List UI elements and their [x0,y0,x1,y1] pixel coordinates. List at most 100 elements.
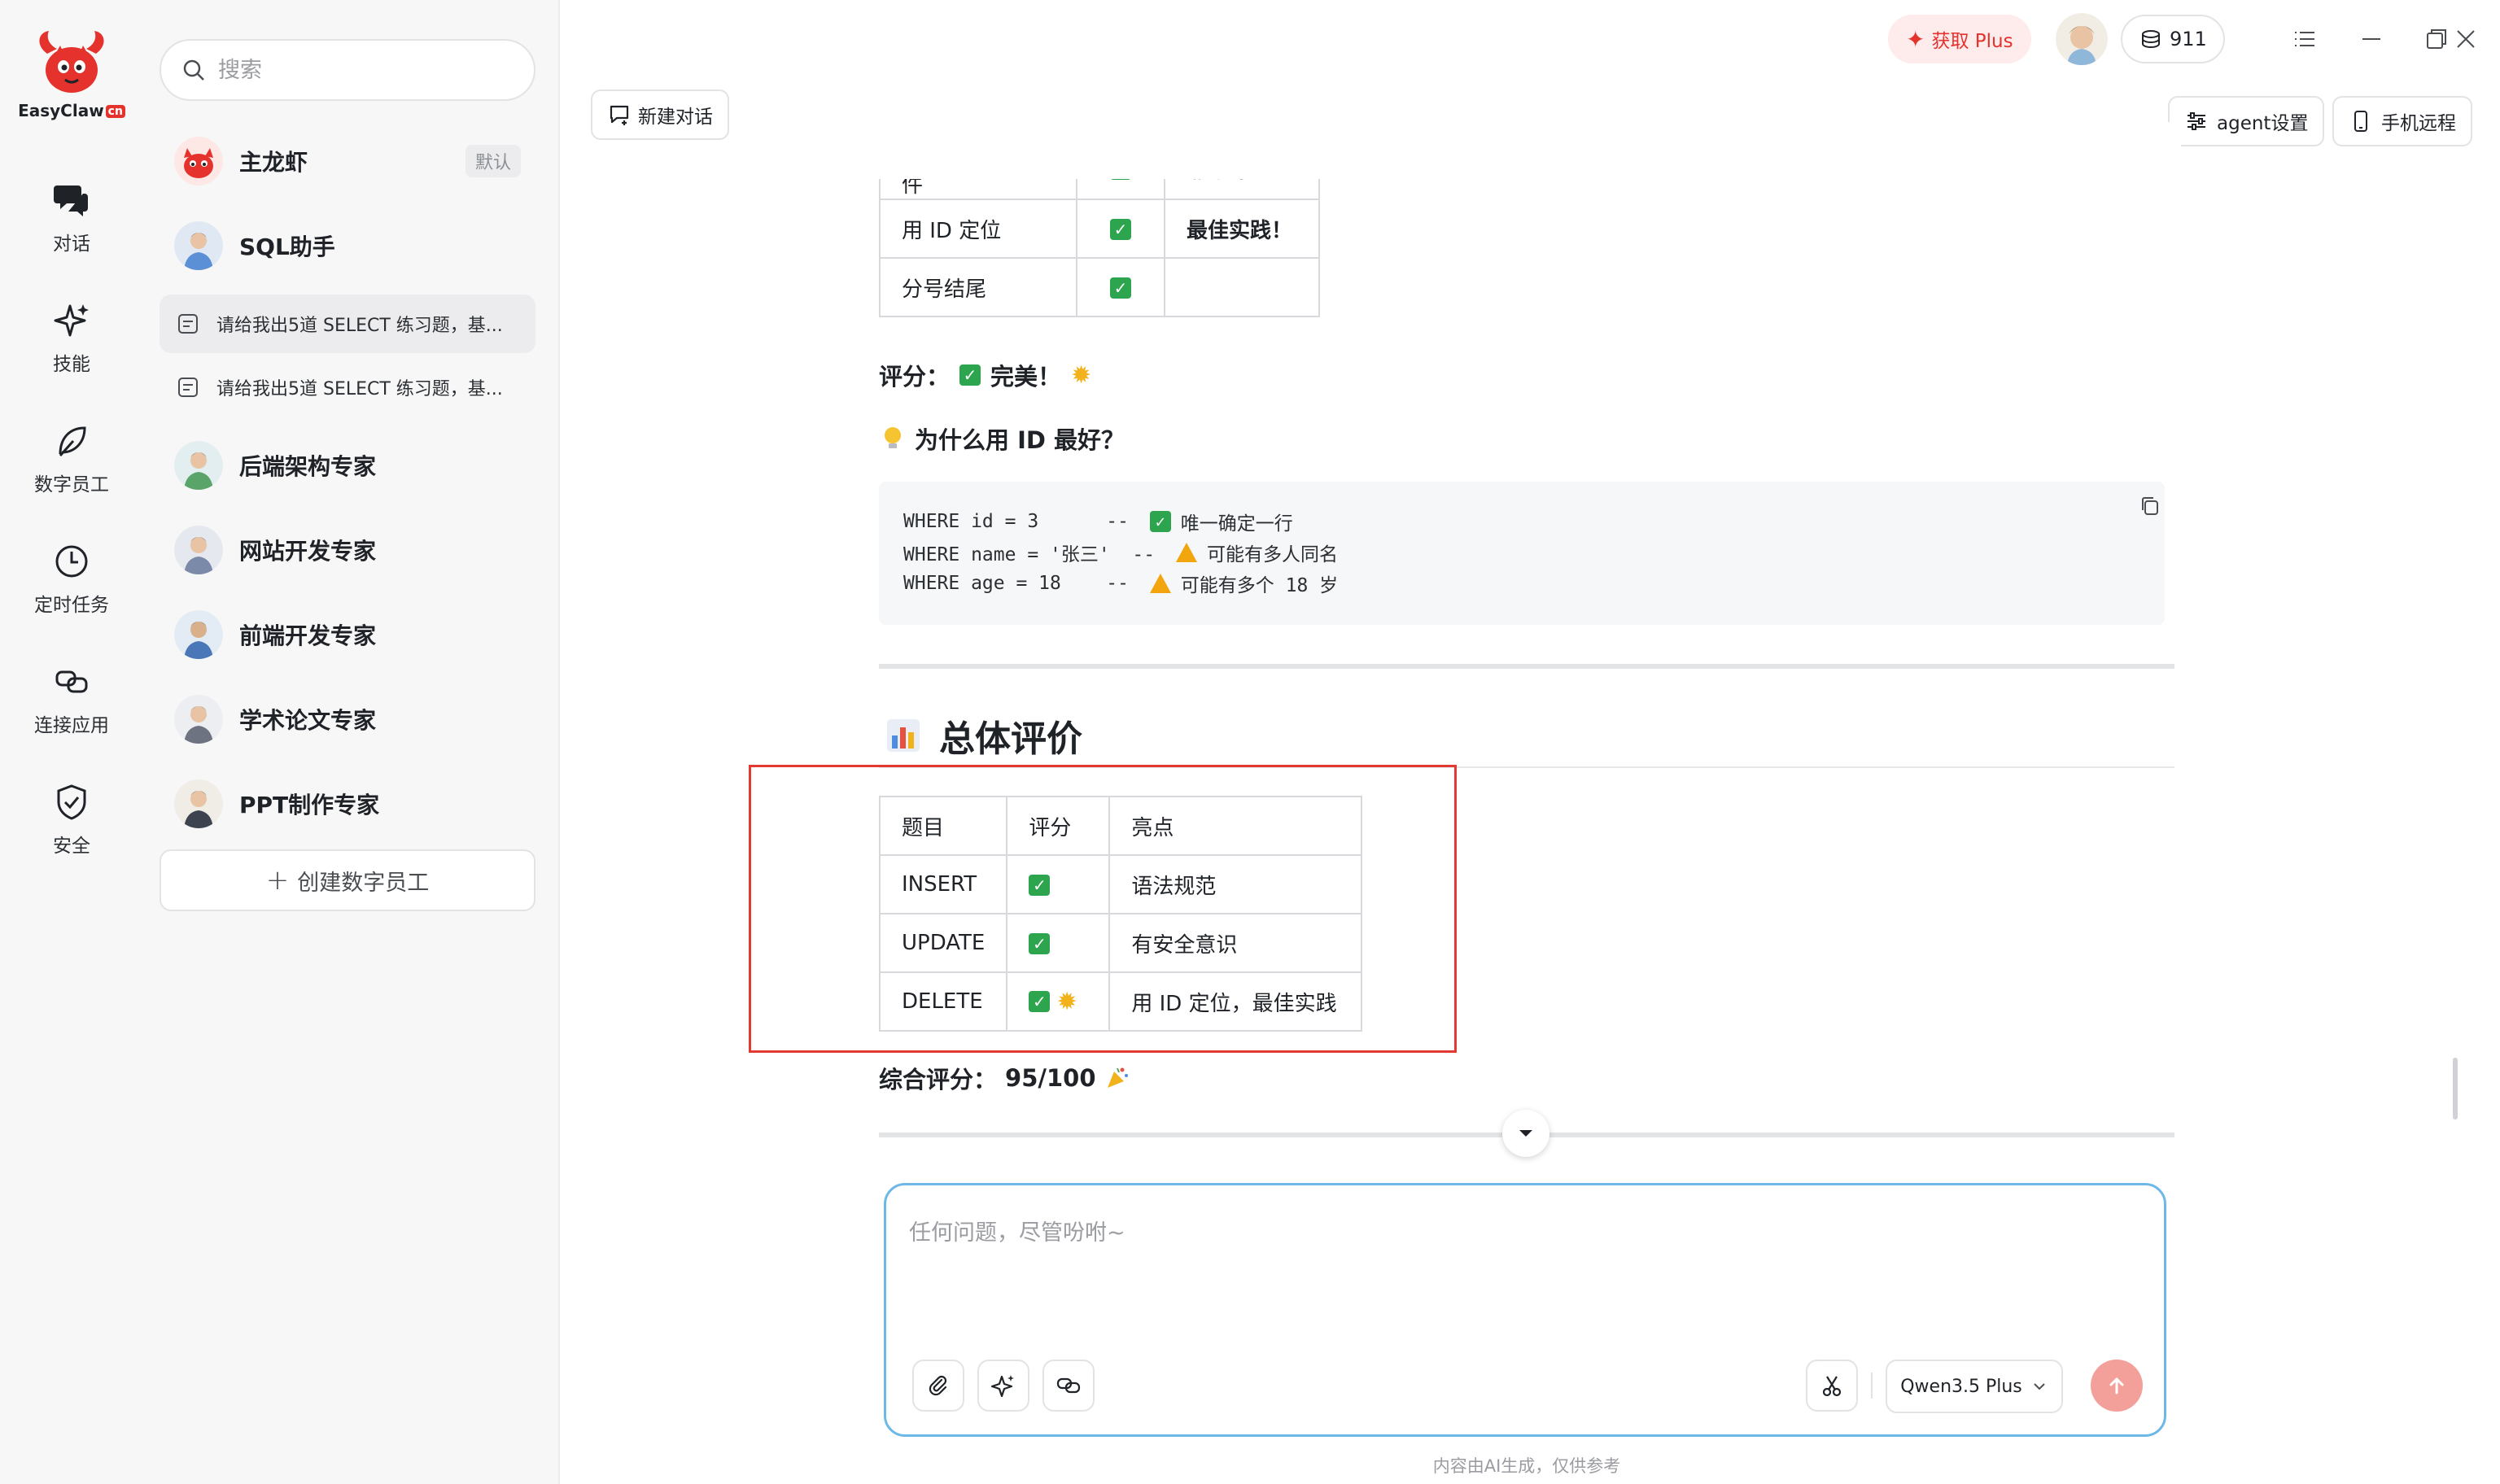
scrollbar-thumb[interactable] [2453,1058,2458,1120]
table-cell: DELETE [878,971,1008,1032]
rail-chat[interactable]: 对话 [0,169,143,267]
code-line: WHERE id = 3 -- ✓ 唯一确定一行 [903,506,2140,537]
check-icon: ✓ [1149,511,1171,532]
model-select[interactable]: Qwen3.5 Plus [1886,1360,2063,1413]
sliders-icon [2188,112,2205,130]
default-badge: 默认 [465,145,521,177]
table-cell: 有安全意识 [1108,913,1363,973]
agent-name: 主龙虾 [239,149,308,176]
agent-item-ppt-expert[interactable]: PPT制作专家 [160,770,535,838]
table-cell: INSERT [878,854,1008,914]
table-cell: ✓ [1076,257,1165,317]
avatar [174,779,223,828]
close-button[interactable] [2445,18,2487,60]
new-chat-icon [610,105,629,125]
document-icon [178,378,198,397]
table-header: 题目 [878,796,1008,856]
score-value: 完美！ [990,363,1062,391]
list-menu-button[interactable] [2284,18,2326,60]
rail-connect-apps[interactable]: 连接应用 [0,651,143,749]
document-icon [178,314,198,334]
nav-rail: EasyClaw cn 对话 技能 数字员工 定时任务 连接应用 安全 [0,0,143,1484]
lobster-logo-icon [39,31,104,93]
overall-heading: 总体评价 [885,709,1082,762]
check-icon: ✓ [959,364,981,386]
agent-name: 学术论文专家 [239,707,377,734]
search-input[interactable] [218,57,511,83]
conversation-title: 请给我出5道 SELECT 练习题，基... [216,379,503,399]
agent-item-web-developer[interactable]: 网站开发专家 [160,516,535,584]
arrow-up-icon [2109,1377,2124,1395]
warning-icon [1175,543,1197,562]
app-logo[interactable]: EasyClaw cn [0,29,143,120]
new-chat-button[interactable]: 新建对话 [591,89,729,140]
toolbar-divider [1871,1373,1873,1399]
table-row: 用 ID 定位 ✓ 最佳实践！ [879,199,1320,259]
scroll-to-bottom-button[interactable] [1502,1110,1549,1157]
rail-digital-workers[interactable]: 数字员工 [0,410,143,508]
conversation-item[interactable]: 请给我出5道 SELECT 练习题，基... [160,295,535,353]
send-button[interactable] [2091,1360,2143,1412]
rail-label: 对话 [53,234,90,255]
star-icon: ✹ [1071,360,1092,390]
credits-counter[interactable]: 911 [2121,15,2225,63]
copy-code-button[interactable] [2134,490,2166,522]
table-cell: 用 ID 定位 [879,199,1077,259]
table-row: 分号结尾 ✓ [879,257,1320,317]
sparkle-icon [54,304,89,337]
party-popper-icon [1107,1067,1128,1088]
overall-heading-text: 总体评价 [939,718,1082,760]
rail-label: 安全 [53,836,90,857]
create-digital-worker-button[interactable]: + 创建数字员工 [160,849,535,911]
agent-item-sql-assistant[interactable]: SQL助手 [160,212,535,280]
clip-tool-button[interactable] [1806,1360,1858,1412]
agent-name: 后端架构专家 [239,453,377,480]
message-input[interactable] [909,1215,2130,1312]
agent-item-frontend-developer[interactable]: 前端开发专家 [160,600,535,669]
agent-item-backend-architect[interactable]: 后端架构专家 [160,431,535,500]
table-cell: 语法规范 [1108,854,1363,914]
get-plus-button[interactable]: ✦ 获取 Plus [1888,15,2031,63]
table-cell: UPDATE [878,913,1008,973]
rail-security[interactable]: 安全 [0,771,143,869]
code-comment: 可能有多个 18 岁 [1180,575,1339,596]
table-cell: ✓ [1076,199,1165,259]
code-comment: 可能有多人同名 [1206,544,1338,565]
phone-remote-label: 手机远程 [2381,113,2456,134]
conversation-item[interactable]: 请给我出5道 SELECT 练习题，基... [160,358,535,417]
table-header-row: 题目 评分 亮点 [878,796,1363,856]
code-text: WHERE name = '张三' -- [903,544,1166,565]
agent-item-academic-expert[interactable]: 学术论文专家 [160,685,535,753]
table-row: DELETE ✓ ✹ 用 ID 定位，最佳实践 [878,971,1363,1032]
check-icon: ✓ [1110,277,1131,299]
rail-skills[interactable]: 技能 [0,290,143,387]
rail-label: 连接应用 [34,715,109,736]
agent-settings-button[interactable]: agent设置 [2168,96,2325,146]
rail-scheduled-tasks[interactable]: 定时任务 [0,530,143,628]
minimize-button[interactable] [2350,18,2393,60]
plus-icon: + [265,864,290,897]
link-icon [55,670,88,693]
divider [879,664,2174,669]
phone-remote-button[interactable]: 手机远程 [2332,96,2472,146]
code-text: WHERE id = 3 -- [903,511,1140,532]
conversation-title: 请给我出5道 SELECT 练习题，基... [216,316,503,336]
check-icon: ✓ [1029,991,1051,1012]
bar-chart-icon [887,719,920,752]
composer: Qwen3.5 Plus [884,1183,2166,1437]
caret-down-icon [1519,1130,1532,1137]
search-box[interactable] [160,39,535,101]
user-avatar[interactable] [2056,13,2108,65]
agent-name: PPT制作专家 [239,792,380,818]
code-text: WHERE age = 18 -- [903,573,1140,594]
logo-text: EasyClaw cn [18,101,125,120]
warning-icon [1149,574,1171,593]
agent-name: 前端开发专家 [239,622,377,649]
skills-button[interactable] [977,1360,1029,1412]
attach-button[interactable] [912,1360,964,1412]
paperclip-icon [929,1375,947,1396]
list-icon [2295,32,2314,46]
table-header: 评分 [1006,796,1111,856]
connect-app-button[interactable] [1042,1360,1095,1412]
agent-item-main-lobster[interactable]: 主龙虾 默认 [160,127,535,195]
